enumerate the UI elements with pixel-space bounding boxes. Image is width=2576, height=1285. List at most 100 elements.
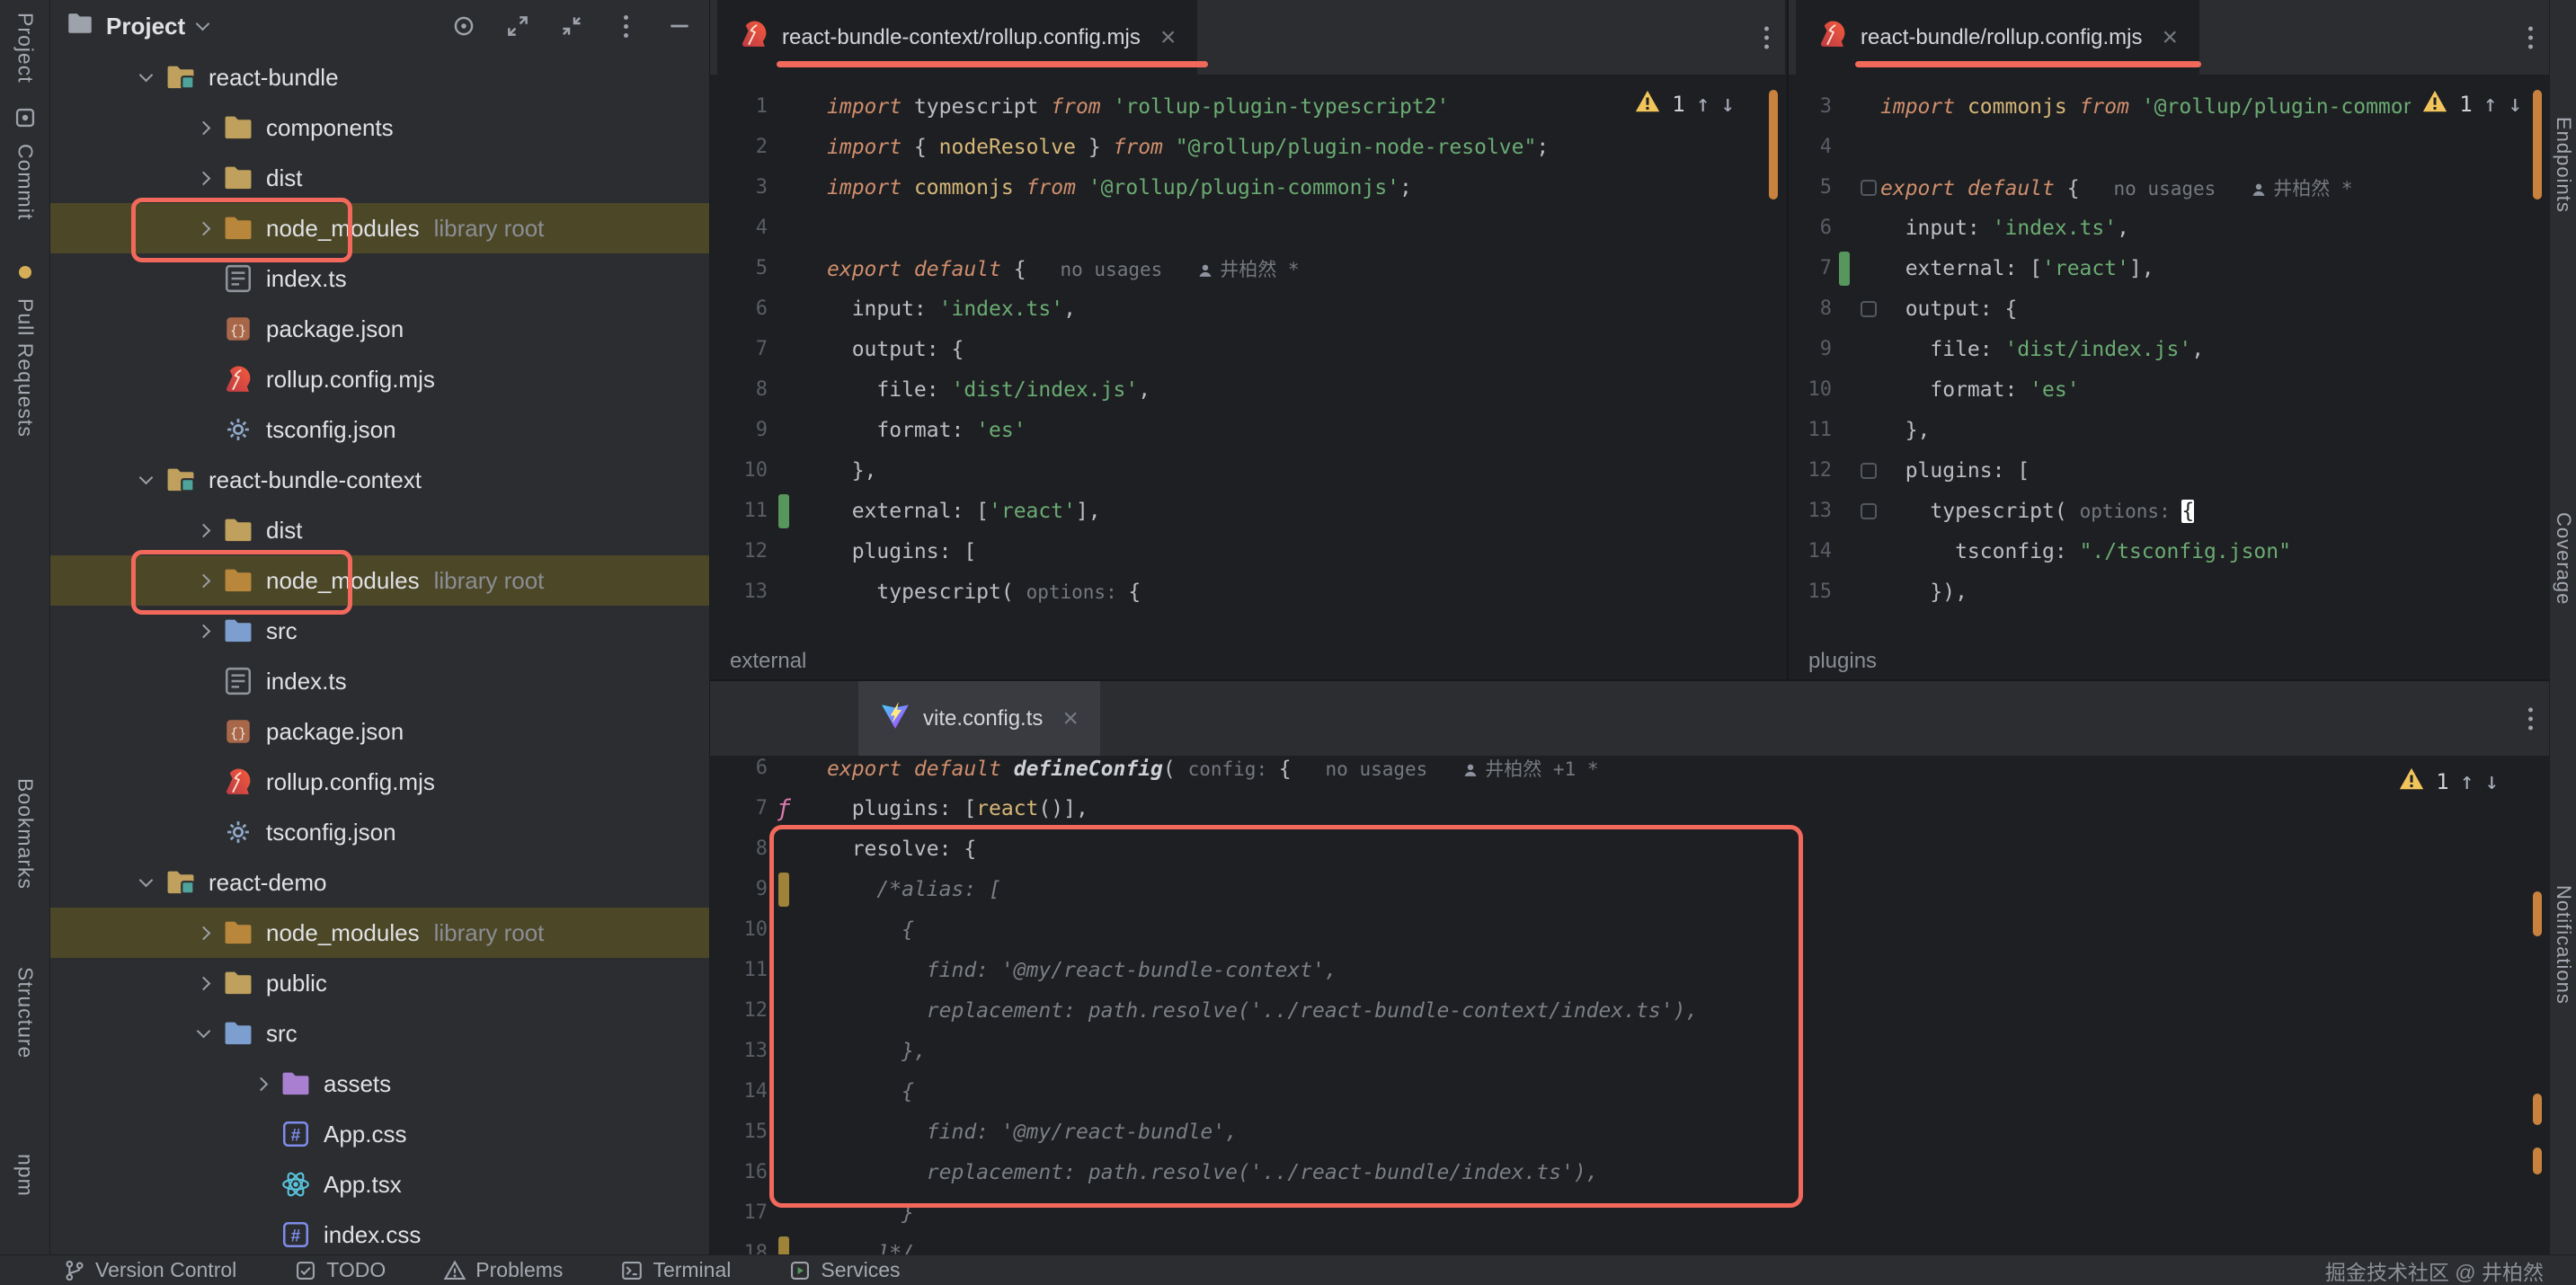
chevron-right-icon[interactable] xyxy=(196,171,210,185)
code-line-9[interactable]: 9 /*alias: [ xyxy=(710,869,2549,909)
tree-row-react-bundle-context[interactable]: react-bundle-context xyxy=(50,455,709,505)
tool-stripe-project[interactable]: Project xyxy=(0,13,50,84)
expand-panel-icon[interactable] xyxy=(504,13,531,40)
tab-rollup-config-bundle[interactable]: react-bundle/rollup.config.mjs × xyxy=(1796,0,2199,75)
inlay-hint[interactable]: no usages xyxy=(2080,178,2251,199)
code-line-13[interactable]: 13 typescript( options: { xyxy=(1789,491,2549,531)
code-line-3[interactable]: 3import commonjs from '@rollup/plugin-co… xyxy=(710,167,1785,208)
chevron-down-icon[interactable] xyxy=(196,1024,210,1038)
tree-row-assets[interactable]: assets xyxy=(50,1059,709,1109)
status-item-problems[interactable]: Problems xyxy=(443,1258,563,1282)
code-line-13[interactable]: 13 }, xyxy=(710,1031,2549,1071)
editor-more-icon[interactable] xyxy=(2528,707,2533,730)
tree-row-node-modules[interactable]: node_moduleslibrary root xyxy=(50,908,709,958)
tool-stripe-npm[interactable]: npm xyxy=(0,1154,50,1197)
inspections-widget[interactable]: 1 ↑ ↓ xyxy=(1623,84,1745,124)
code-line-6[interactable]: 6 input: 'index.ts', xyxy=(710,288,1785,329)
chevron-down-icon[interactable] xyxy=(138,873,153,887)
tree-row-react-bundle[interactable]: react-bundle xyxy=(50,52,709,102)
prev-warning-icon[interactable]: ↑ xyxy=(2460,768,2474,795)
editor-more-icon[interactable] xyxy=(1764,26,1769,49)
tree-row-app-css[interactable]: #App.css xyxy=(50,1109,709,1159)
close-tab-icon[interactable]: × xyxy=(2163,24,2179,51)
next-warning-icon[interactable]: ↓ xyxy=(2484,768,2499,795)
project-panel-title[interactable]: Project xyxy=(106,13,185,40)
fold-region-icon[interactable] xyxy=(1861,463,1877,479)
code-line-17[interactable]: 17 } xyxy=(710,1192,2549,1233)
tree-row-index-ts[interactable]: index.ts xyxy=(50,656,709,706)
fold-region-icon[interactable] xyxy=(1861,180,1877,196)
tree-row-package-json[interactable]: {}package.json xyxy=(50,304,709,354)
chevron-right-icon[interactable] xyxy=(196,976,210,990)
tree-row-node-modules[interactable]: node_moduleslibrary root xyxy=(50,203,709,253)
code-line-15[interactable]: 15 }), xyxy=(1789,572,2549,612)
chevron-down-icon[interactable] xyxy=(138,67,153,82)
code-line-7[interactable]: 7 external: ['react'], xyxy=(1789,248,2549,288)
more-options-icon[interactable] xyxy=(612,13,639,40)
code-vision-author-hint[interactable]: 井柏然 * xyxy=(1196,259,1299,280)
inspections-widget[interactable]: 1 ↑ ↓ xyxy=(2387,762,2509,802)
prev-warning-icon[interactable]: ↑ xyxy=(1696,91,1710,118)
code-line-16[interactable]: 16 replacement: path.resolve('../react-b… xyxy=(710,1152,2549,1192)
editor-top-right[interactable]: react-bundle/rollup.config.mjs × 3import… xyxy=(1787,0,2549,679)
fold-region-icon[interactable] xyxy=(1861,301,1877,317)
tool-stripe-bookmarks[interactable]: Bookmarks xyxy=(0,778,50,890)
status-item-services[interactable]: Services xyxy=(788,1258,900,1282)
code-line-4[interactable]: 4 xyxy=(1789,127,2549,167)
tree-row-index-ts[interactable]: index.ts xyxy=(50,253,709,304)
breadcrumbs[interactable]: plugins xyxy=(1789,643,2549,679)
inlay-hint[interactable]: options: xyxy=(2080,501,2182,522)
code-line-15[interactable]: 15 find: '@my/react-bundle', xyxy=(710,1112,2549,1152)
code-line-7[interactable]: 7 output: { xyxy=(710,329,1785,369)
tree-row-rollup-config-mjs[interactable]: rollup.config.mjs xyxy=(50,757,709,807)
chevron-right-icon[interactable] xyxy=(196,573,210,588)
tree-row-src[interactable]: src xyxy=(50,1008,709,1059)
close-tab-icon[interactable]: × xyxy=(1160,24,1177,51)
fold-region-icon[interactable] xyxy=(1861,503,1877,519)
tab-vite-config[interactable]: vite.config.ts × xyxy=(858,681,1100,756)
code-area[interactable]: 6export default defineConfig( config: { … xyxy=(710,748,2549,1254)
code-vision-author-hint[interactable]: 井柏然 * xyxy=(2250,178,2352,199)
inlay-hint[interactable]: no usages xyxy=(1026,259,1197,280)
code-line-9[interactable]: 9 format: 'es' xyxy=(710,410,1785,450)
status-item-version-control[interactable]: Version Control xyxy=(63,1258,236,1282)
code-line-2[interactable]: 2import { nodeResolve } from "@rollup/pl… xyxy=(710,127,1785,167)
tree-row-index-css[interactable]: #index.css xyxy=(50,1210,709,1254)
tree-row-dist[interactable]: dist xyxy=(50,153,709,203)
tool-stripe-endpoints[interactable]: Endpoints xyxy=(2550,117,2576,213)
code-line-12[interactable]: 12 plugins: [ xyxy=(710,531,1785,572)
code-line-7[interactable]: 7ƒ plugins: [react()], xyxy=(710,788,2549,829)
gutter-function-icon[interactable]: ƒ xyxy=(777,795,791,822)
status-item-terminal[interactable]: Terminal xyxy=(620,1258,731,1282)
code-line-11[interactable]: 11 find: '@my/react-bundle-context', xyxy=(710,950,2549,990)
editor-bottom[interactable]: vite.config.ts × 6export default defineC… xyxy=(710,679,2549,1254)
code-line-14[interactable]: 14 { xyxy=(710,1071,2549,1112)
code-vision-author-hint[interactable]: 井柏然 +1 * xyxy=(1461,758,1598,780)
code-line-10[interactable]: 10 }, xyxy=(710,450,1785,491)
breadcrumbs[interactable]: external xyxy=(710,643,1785,679)
chevron-right-icon[interactable] xyxy=(253,1077,268,1091)
code-line-5[interactable]: 5export default { no usages 井柏然 * xyxy=(1789,167,2549,208)
locate-file-icon[interactable] xyxy=(450,13,477,40)
tree-row-react-demo[interactable]: react-demo xyxy=(50,857,709,908)
inlay-hint[interactable]: no usages xyxy=(1292,758,1462,780)
code-line-13[interactable]: 13 typescript( options: { xyxy=(710,572,1785,612)
next-warning-icon[interactable]: ↓ xyxy=(1720,91,1735,118)
prev-warning-icon[interactable]: ↑ xyxy=(2483,91,2498,118)
status-item-todo[interactable]: TODO xyxy=(294,1258,386,1282)
editor-top-left[interactable]: react-bundle-context/rollup.config.mjs ×… xyxy=(710,0,1785,679)
breadcrumb-item[interactable]: external xyxy=(730,649,806,674)
chevron-right-icon[interactable] xyxy=(196,120,210,135)
next-warning-icon[interactable]: ↓ xyxy=(2508,91,2522,118)
code-area[interactable]: 3import commonjs from '@rollup/plugin-co… xyxy=(1789,75,2549,643)
tree-row-public[interactable]: public xyxy=(50,958,709,1008)
commit-tool-icon[interactable] xyxy=(0,106,50,129)
code-line-10[interactable]: 10 format: 'es' xyxy=(1789,369,2549,410)
tree-row-components[interactable]: components xyxy=(50,102,709,153)
code-area[interactable]: 1import typescript from 'rollup-plugin-t… xyxy=(710,75,1785,643)
tree-row-node-modules[interactable]: node_moduleslibrary root xyxy=(50,555,709,606)
code-line-12[interactable]: 12 replacement: path.resolve('../react-b… xyxy=(710,990,2549,1031)
chevron-right-icon[interactable] xyxy=(196,221,210,235)
tree-row-tsconfig-json[interactable]: tsconfig.json xyxy=(50,404,709,455)
inspections-widget[interactable]: 1 ↑ ↓ xyxy=(2411,84,2533,124)
